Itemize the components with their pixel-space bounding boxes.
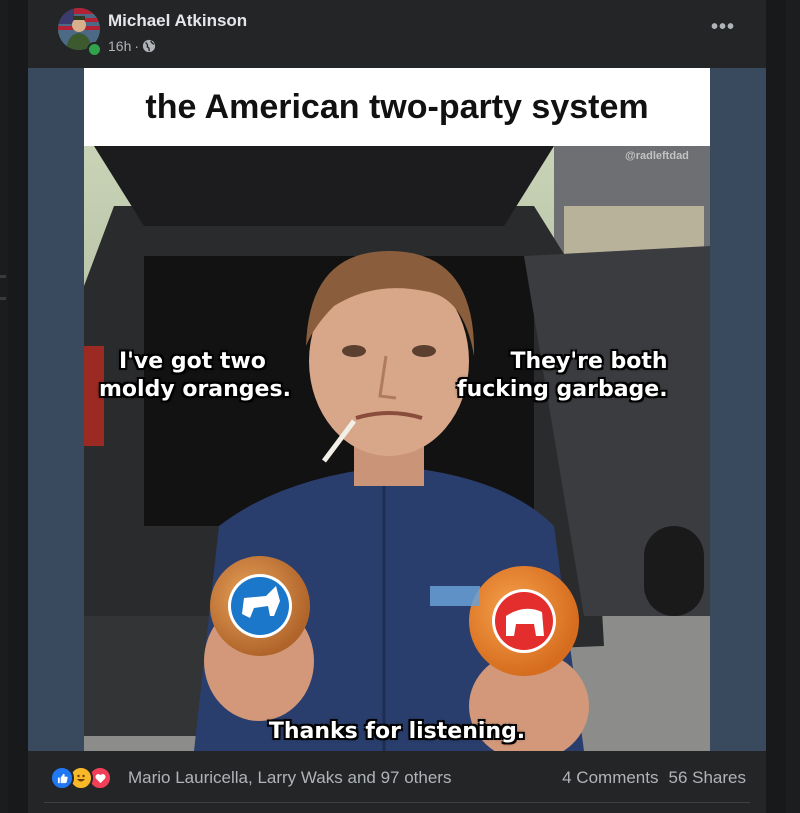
rail-marker bbox=[0, 297, 6, 300]
divider bbox=[44, 802, 750, 803]
caption-left-line: I've got two bbox=[119, 349, 266, 374]
meta-separator: · bbox=[134, 38, 140, 54]
online-indicator bbox=[87, 42, 102, 57]
shares-count[interactable]: 56 Shares bbox=[669, 768, 747, 788]
comments-count[interactable]: 4 Comments bbox=[562, 768, 658, 788]
scrollbar-track[interactable] bbox=[786, 0, 800, 813]
caption-right: They're both fucking garbage. bbox=[457, 348, 668, 404]
meme-image[interactable]: the American two-party system @radleftda… bbox=[84, 68, 710, 751]
post-stats: 4 Comments 56 Shares bbox=[562, 768, 746, 788]
like-icon bbox=[50, 766, 74, 790]
post-time[interactable]: 16h bbox=[108, 38, 131, 54]
caption-bottom: Thanks for listening. bbox=[268, 719, 526, 744]
post-meta: 16h · bbox=[108, 38, 156, 54]
meme-photo bbox=[84, 146, 710, 751]
author-name[interactable]: Michael Atkinson bbox=[108, 11, 247, 31]
globe-icon[interactable] bbox=[142, 39, 156, 53]
caption-right-line: fucking garbage. bbox=[457, 377, 668, 403]
caption-left-line: moldy oranges. bbox=[99, 377, 291, 403]
caption-left: I've got two moldy oranges. bbox=[99, 348, 291, 404]
caption-right-line: They're both bbox=[510, 349, 668, 374]
reaction-icons[interactable] bbox=[50, 766, 112, 790]
reaction-names[interactable]: Mario Lauricella, Larry Waks and 97 othe… bbox=[128, 768, 451, 788]
meme-watermark: @radleftdad bbox=[625, 150, 689, 162]
more-options-button[interactable]: ••• bbox=[705, 16, 741, 44]
left-rail bbox=[0, 0, 8, 813]
rail-marker bbox=[0, 275, 6, 278]
meme-title: the American two-party system bbox=[145, 87, 649, 126]
